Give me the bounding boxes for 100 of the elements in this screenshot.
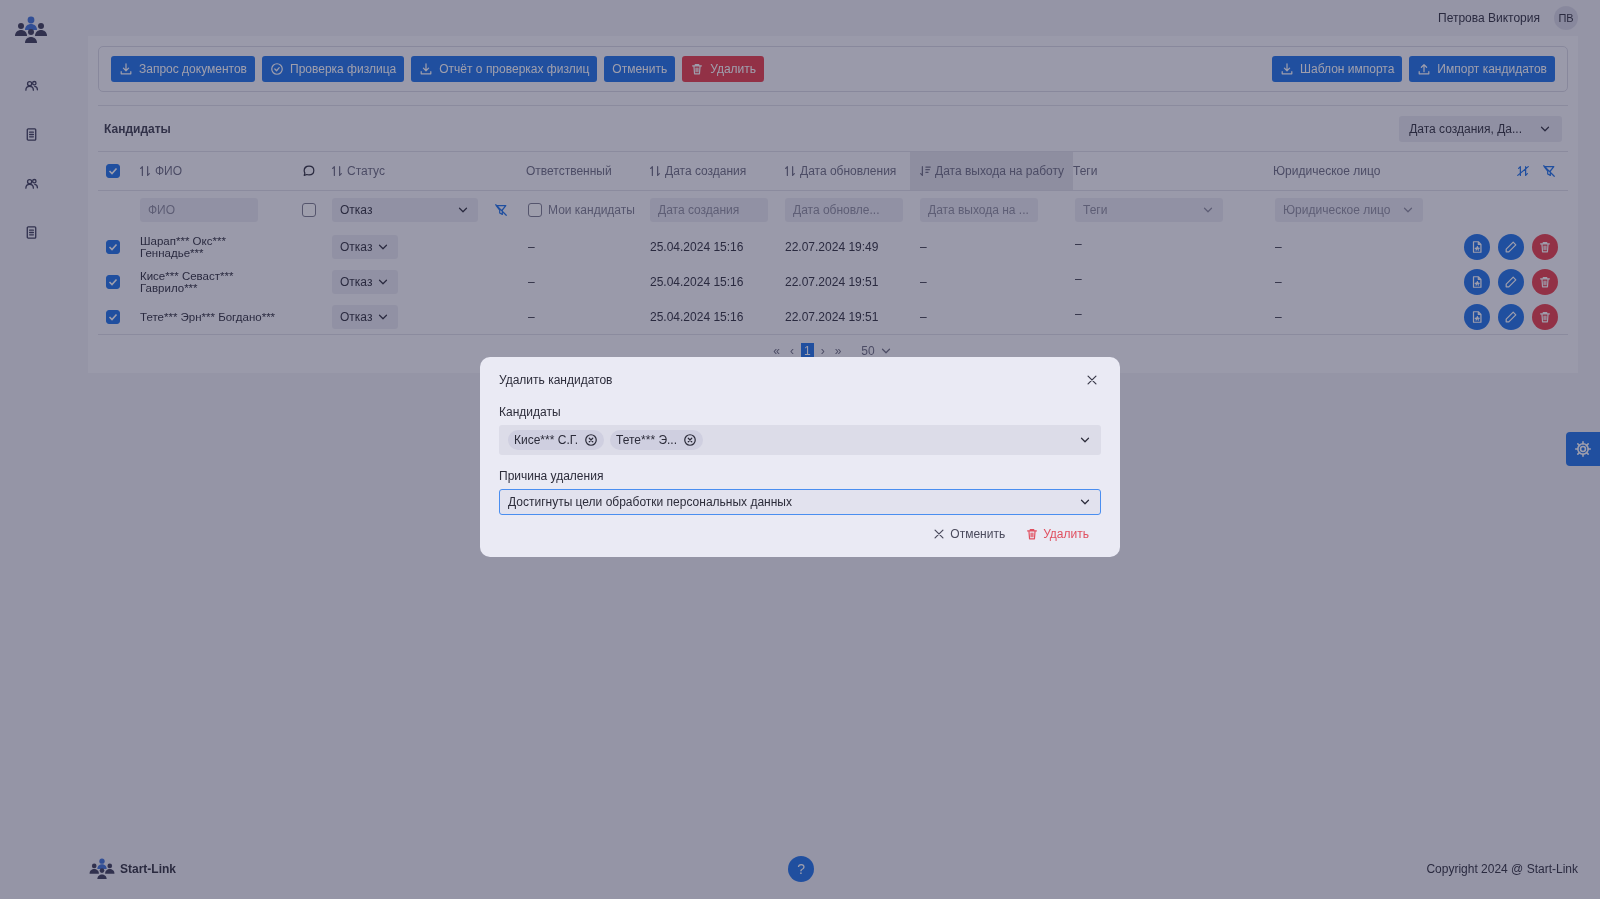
settings-button[interactable] xyxy=(1566,432,1600,466)
checkmark-icon xyxy=(107,165,119,177)
filter-checkbox[interactable] xyxy=(302,203,316,217)
row-checkbox[interactable] xyxy=(106,274,120,289)
edit-button[interactable] xyxy=(1498,233,1524,260)
table-title: Кандидаты xyxy=(104,122,171,136)
document-icon xyxy=(1470,309,1484,324)
sort-icon xyxy=(1516,164,1530,178)
toolbar-button[interactable]: Проверка физлица xyxy=(262,56,405,82)
people-icon xyxy=(23,176,39,191)
toolbar-button[interactable]: Шаблон импорта xyxy=(1272,56,1403,82)
candidates-select[interactable]: Кисе*** С.Г. Тете*** Э... xyxy=(499,425,1101,455)
column-header: Ответственный xyxy=(525,163,613,180)
name-cell: Тете*** Эрн*** Богдано*** xyxy=(140,310,276,323)
pencil-icon xyxy=(1504,239,1518,254)
table-cell: – xyxy=(528,274,535,289)
column-header[interactable]: Дата создания xyxy=(640,152,783,190)
clear-filter-button[interactable] xyxy=(1540,162,1558,180)
column-header: Теги xyxy=(1072,163,1099,180)
row-checkbox[interactable] xyxy=(106,309,120,324)
user-name: Петрова Виктория xyxy=(1438,11,1540,25)
settings-icon xyxy=(1574,440,1592,458)
sort-icon xyxy=(783,164,797,178)
table-cell: – xyxy=(920,274,927,289)
status-select[interactable]: Отказ xyxy=(332,304,398,329)
column-header[interactable]: Статус xyxy=(322,152,526,190)
remove-icon xyxy=(683,433,697,447)
status-select[interactable]: Отказ xyxy=(332,269,398,294)
table-cell: 25.04.2024 15:16 xyxy=(650,239,744,254)
reason-select[interactable]: Достигнуты цели обработки персональных данных xyxy=(499,489,1101,515)
column-header[interactable]: ФИО xyxy=(130,152,300,190)
cancel-button[interactable]: Отменить xyxy=(932,527,1006,541)
table-cell: 22.07.2024 19:51 xyxy=(785,309,879,324)
select-all-checkbox[interactable] xyxy=(106,164,120,178)
delete-button[interactable] xyxy=(1532,268,1558,295)
reset-filter-button[interactable] xyxy=(492,201,510,219)
sort-icon xyxy=(330,164,344,178)
table-cell: – xyxy=(1275,274,1282,289)
table-cell: – xyxy=(528,309,535,324)
field-label: Кандидаты xyxy=(499,405,562,419)
table-cell: – xyxy=(920,309,927,324)
row-checkbox[interactable] xyxy=(106,239,120,254)
page-size-select[interactable]: 50 xyxy=(858,343,896,359)
filter-checkbox[interactable] xyxy=(528,203,542,217)
sort-icon xyxy=(138,164,152,178)
delete-button[interactable] xyxy=(1532,233,1558,260)
user-avatar[interactable]: ПВ xyxy=(1554,6,1578,30)
document-button[interactable] xyxy=(1464,233,1490,260)
document-icon xyxy=(1470,239,1484,254)
delete-button[interactable]: Удалить xyxy=(682,56,765,82)
upload-icon xyxy=(1417,62,1432,76)
candidate-tag: Кисе*** С.Г. xyxy=(508,430,605,450)
sort-icon xyxy=(918,164,932,178)
toolbar-button[interactable]: Запрос документов xyxy=(111,56,255,82)
edit-button[interactable] xyxy=(1498,268,1524,295)
document-icon xyxy=(1470,274,1484,289)
filter-select[interactable]: Отказ xyxy=(332,198,478,222)
table-cell: – xyxy=(1075,271,1082,286)
dialog-title: Удалить кандидатов xyxy=(499,373,613,387)
edit-button[interactable] xyxy=(1498,303,1524,330)
table-cell: – xyxy=(1275,309,1282,324)
logo-icon xyxy=(13,16,49,44)
brand-name: Start-Link xyxy=(120,862,176,876)
table-cell: – xyxy=(1275,239,1282,254)
filter-icon xyxy=(1542,164,1556,178)
logo-icon xyxy=(88,858,116,880)
document-button[interactable] xyxy=(1464,303,1490,330)
delete-button[interactable] xyxy=(1532,303,1558,330)
document-button[interactable] xyxy=(1464,268,1490,295)
status-select[interactable]: Отказ xyxy=(332,234,398,259)
table-cell: 25.04.2024 15:16 xyxy=(650,309,744,324)
check-icon xyxy=(270,62,284,76)
name-cell: Шарап*** Окс*** Геннадье*** xyxy=(140,234,226,259)
sort-icon xyxy=(648,164,662,178)
download-icon xyxy=(119,62,133,76)
name-cell: Кисе*** Севаст*** Гаврило*** xyxy=(140,269,234,294)
download-icon xyxy=(419,62,434,76)
trash-icon xyxy=(1538,239,1552,254)
pencil-icon xyxy=(1504,309,1518,324)
table-cell: – xyxy=(1075,306,1082,321)
close-icon xyxy=(1085,373,1099,387)
delete-button[interactable]: Удалить xyxy=(1025,527,1089,541)
table-cell: 22.07.2024 19:49 xyxy=(785,239,879,254)
trash-icon xyxy=(1538,309,1552,324)
trash-icon xyxy=(1025,527,1040,541)
column-header: Юридическое лицо xyxy=(1272,163,1382,180)
help-button[interactable]: ? xyxy=(788,856,815,882)
pencil-icon xyxy=(1504,274,1518,289)
trash-icon xyxy=(690,62,705,76)
checkbox-label: Мои кандидаты xyxy=(548,203,635,217)
sort-select[interactable]: Дата создания, Да... xyxy=(1399,116,1562,142)
column-header[interactable]: Дата выхода на работу xyxy=(910,152,1073,190)
toolbar-button[interactable]: Импорт кандидатов xyxy=(1409,56,1555,82)
toolbar-button[interactable]: Отчёт о проверках физлиц xyxy=(411,56,598,82)
candidate-tag: Тете*** Э... xyxy=(610,430,703,450)
download-icon xyxy=(1280,62,1294,76)
copyright-text: Copyright 2024 @ Start-Link xyxy=(1426,862,1578,876)
remove-icon xyxy=(584,433,599,447)
table-cell: 22.07.2024 19:51 xyxy=(785,274,879,289)
toolbar-button[interactable]: Отменить xyxy=(604,56,676,82)
